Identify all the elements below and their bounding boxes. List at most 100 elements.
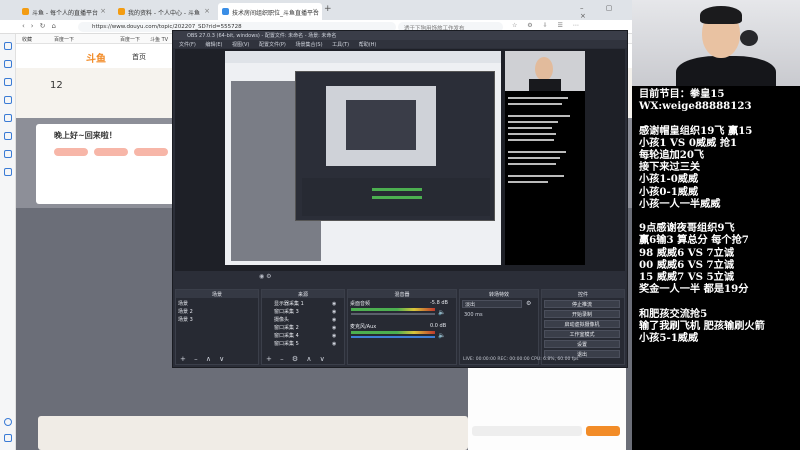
menu-view[interactable]: 视图(V): [232, 42, 249, 48]
transition-select[interactable]: 淡出: [462, 300, 522, 308]
scene-item[interactable]: 场景: [178, 300, 188, 307]
overlay-line: 小孩0-1威威: [639, 185, 699, 198]
new-tab-button[interactable]: +: [324, 4, 332, 14]
cart-icon[interactable]: [4, 150, 12, 158]
bookmark-item[interactable]: 斗鱼 TV: [150, 36, 168, 43]
overlay-line: 15 威威7 VS 5立诚: [639, 271, 735, 283]
menu-help[interactable]: 帮助(H): [359, 42, 377, 48]
history-icon[interactable]: [4, 60, 12, 68]
text-line: [508, 175, 564, 177]
bookmark-item[interactable]: 收藏: [22, 36, 32, 43]
obs-status-bar: LIVE: 00:00:00 REC: 00:00:00 CPU: 6.8%, …: [463, 357, 579, 362]
star-icon[interactable]: [4, 42, 12, 50]
settings-icon[interactable]: [4, 434, 12, 442]
source-item[interactable]: 摄像头: [274, 316, 289, 323]
preview-toolbar[interactable]: ◉ ⚙: [259, 273, 319, 285]
mail-icon[interactable]: [4, 96, 12, 104]
visibility-eye-icon[interactable]: ◉ ◉ ◉ ◉ ◉ ◉: [332, 300, 336, 348]
gear-icon[interactable]: ⚙: [526, 300, 531, 307]
transitions-panel: 转场特效 淡出 ⚙ 300 ms: [459, 289, 539, 365]
transition-duration[interactable]: 300 ms: [464, 312, 483, 318]
obs-preview-canvas[interactable]: [175, 49, 625, 271]
note-icon[interactable]: [4, 168, 12, 176]
bookmark-item[interactable]: 百度一下: [120, 36, 140, 43]
stop-streaming-button[interactable]: 停止推流: [544, 300, 620, 308]
mixer-panel: 混音器 桌面音频 -5.8 dB 🔈 麦克风/Aux 0.0 dB 🔈: [347, 289, 457, 365]
close-icon[interactable]: ×: [312, 7, 318, 15]
streamer-camera: [632, 0, 800, 86]
speaker-icon[interactable]: 🔈: [438, 332, 445, 339]
text-line: [508, 151, 566, 153]
nav-buttons[interactable]: ‹›↻⌂: [22, 22, 62, 30]
game-icon[interactable]: [4, 132, 12, 140]
nav-home[interactable]: 首页: [132, 52, 146, 62]
add-icon[interactable]: [4, 418, 12, 426]
chat-input[interactable]: [472, 426, 582, 436]
tab-label: 我的资料 - 个人中心 - 斗鱼: [128, 10, 200, 17]
menu-scene-collection[interactable]: 场景集合(S): [295, 42, 322, 48]
send-button[interactable]: [586, 426, 620, 436]
overlay-line: 奖金一人一半 都是19分: [639, 283, 749, 296]
mixer-panel-title: 混音器: [348, 290, 456, 298]
site-logo[interactable]: 斗鱼: [86, 50, 106, 65]
mixer-channel-name: 麦克风/Aux: [350, 324, 377, 330]
action-button[interactable]: [94, 148, 128, 156]
overlay-line: 小孩一人一半威威: [639, 197, 721, 210]
close-icon[interactable]: ×: [100, 7, 106, 15]
preview-nested-panels: [302, 178, 490, 216]
mixer-volume-slider[interactable]: [351, 313, 435, 315]
scenes-panel: 场景 场景 场景 2 场景 3 + – ∧ ∨: [175, 289, 259, 365]
tab-douyu-home[interactable]: 斗鱼 - 每个人的直播平台 ×: [18, 3, 110, 20]
source-item[interactable]: 窗口采集 5: [274, 340, 299, 347]
window-controls[interactable]: – ▢ ×: [580, 4, 632, 20]
source-item[interactable]: 窗口采集 4: [274, 332, 299, 339]
overlay-line: 98 威威6 VS 7立诚: [639, 246, 735, 259]
source-item[interactable]: 窗口采集 3: [274, 308, 299, 315]
source-item[interactable]: 显示器采集 1: [274, 300, 304, 307]
start-recording-button[interactable]: 开始录制: [544, 310, 620, 318]
scene-toolbar[interactable]: + – ∧ ∨: [176, 355, 258, 364]
overlay-line: 接下来过三关: [639, 161, 701, 174]
streamer-hair: [700, 6, 742, 24]
overlay-line: 小孩5-1威威: [639, 332, 699, 344]
scenes-panel-title: 场景: [176, 290, 258, 298]
bookmark-item[interactable]: 百度一下: [54, 36, 74, 43]
speaker-icon[interactable]: 🔈: [438, 309, 445, 316]
studio-mode-button[interactable]: 工作室模式: [544, 330, 620, 338]
menu-tools[interactable]: 工具(T): [332, 42, 349, 48]
browser-sidebar: [0, 34, 16, 450]
overlay-line: 9点感谢夜哥组织9飞: [639, 222, 735, 235]
overlay-line: WX:weige88888123: [639, 100, 752, 113]
tab-bar: 斗鱼 - 每个人的直播平台 × 我的资料 - 个人中心 - 斗鱼 × 技术房间组…: [0, 0, 632, 20]
text-line: [508, 127, 552, 129]
tab-profile[interactable]: 我的资料 - 个人中心 - 斗鱼 ×: [114, 3, 214, 20]
mixer-volume-slider[interactable]: [351, 336, 435, 338]
menu-profile[interactable]: 配置文件(P): [259, 42, 286, 48]
mixer-channel-level: -5.8 dB: [430, 300, 448, 306]
gift-bar[interactable]: [38, 416, 468, 450]
streamer-shirt: [676, 56, 776, 86]
tab-stream-room[interactable]: 技术房间组织职位_斗鱼直播平台 ×: [218, 3, 322, 20]
virtual-camera-button[interactable]: 启动虚拟摄像机: [544, 320, 620, 328]
scene-item[interactable]: 场景 2: [178, 308, 193, 315]
scene-item[interactable]: 场景 3: [178, 316, 193, 323]
action-button[interactable]: [54, 148, 88, 156]
settings-button[interactable]: 设置: [544, 340, 620, 348]
close-icon[interactable]: ×: [204, 7, 210, 15]
text-line: [508, 133, 556, 135]
download-icon[interactable]: [4, 78, 12, 86]
menu-file[interactable]: 文件(F): [179, 42, 196, 48]
mixer-meter: [351, 308, 435, 311]
chat-icon[interactable]: [4, 114, 12, 122]
text-line: [508, 103, 562, 105]
source-toolbar[interactable]: + – ⚙ ∧ ∨: [262, 355, 344, 364]
obs-window: OBS 27.0.3 (64-bit, windows) - 配置文件: 未命名…: [172, 30, 628, 368]
overlay-line: 目前节目：拳皇15: [639, 88, 725, 100]
welcome-card[interactable]: 晚上好~回来啦！: [36, 124, 186, 204]
action-button[interactable]: [134, 148, 168, 156]
source-item[interactable]: 窗口采集 2: [274, 324, 299, 331]
douyu-favicon-icon: [118, 8, 125, 15]
obs-title: OBS 27.0.3 (64-bit, windows) - 配置文件: 未命名…: [187, 33, 337, 39]
menu-edit[interactable]: 编辑(E): [205, 42, 222, 48]
text-line: [508, 157, 560, 159]
